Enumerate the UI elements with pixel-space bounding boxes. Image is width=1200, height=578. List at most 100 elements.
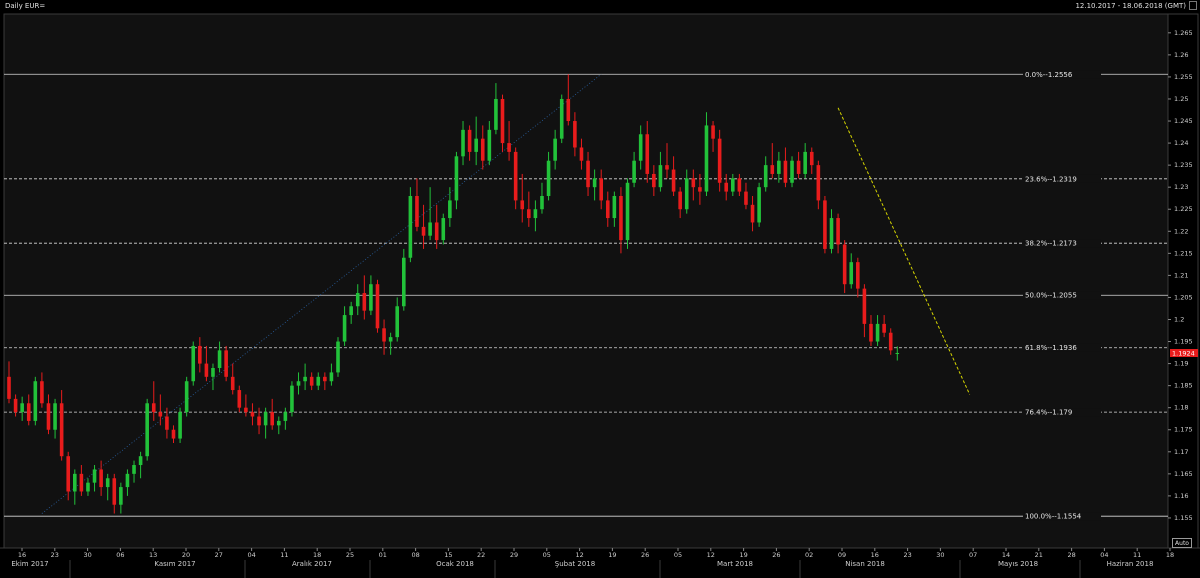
candle-body (823, 200, 827, 249)
y-tick-label: 1.17 (1174, 448, 1188, 456)
candle-body (316, 376, 321, 386)
candle-body (671, 169, 676, 192)
candle-body (237, 390, 242, 408)
candle-body (40, 381, 44, 404)
fib-label-bg (1023, 174, 1101, 183)
candle-body (53, 403, 57, 430)
x-tick-label: 12 (707, 551, 715, 559)
candle-body (500, 98, 505, 144)
candle-body (73, 473, 77, 492)
candle-body (125, 473, 130, 488)
candle-body (862, 288, 867, 324)
candle-body (632, 160, 636, 183)
candle-body (599, 178, 603, 201)
candle-body (13, 398, 18, 413)
fib-label-bg (1023, 70, 1101, 79)
candle-body (467, 129, 472, 152)
x-tick-label: 29 (510, 551, 518, 559)
candle-body (92, 469, 97, 483)
candle-body (145, 403, 149, 457)
month-label: Aralık 2017 (292, 560, 332, 568)
restore-icon[interactable] (1189, 1, 1197, 10)
candle-body (724, 182, 729, 192)
candle-body (533, 209, 538, 219)
month-label: Mayıs 2018 (998, 560, 1038, 568)
candle-body (26, 403, 31, 421)
fib-label: 61.8%--1.1936 (1025, 344, 1077, 352)
auto-scale-button[interactable]: Auto (1172, 538, 1192, 548)
y-tick-label: 1.175 (1174, 426, 1193, 434)
candle-body (678, 191, 682, 210)
candle-body (421, 226, 426, 236)
x-tick-label: 11 (1133, 551, 1141, 559)
candle-body (112, 478, 117, 505)
candle-body (757, 187, 761, 223)
candle-body (290, 385, 294, 413)
x-tick-label: 30 (83, 551, 91, 559)
price-axis-panel (1167, 13, 1199, 549)
candle-body (711, 125, 715, 139)
candle-body (119, 487, 123, 505)
candle-body (402, 257, 406, 307)
candle-body (382, 328, 386, 342)
candle-body (342, 315, 347, 342)
candle-body (355, 293, 360, 307)
x-tick-label: 28 (1067, 551, 1075, 559)
candle-body (783, 160, 788, 183)
fib-label: 0.0%--1.2556 (1025, 71, 1073, 79)
candle-body (375, 284, 380, 329)
candle-body (816, 165, 821, 201)
x-tick-label: 30 (936, 551, 944, 559)
candle-body (875, 323, 880, 342)
fib-label: 76.4%--1.179 (1025, 409, 1072, 417)
candle-body (276, 420, 281, 426)
candle-body (309, 376, 314, 386)
candle-body (86, 482, 90, 492)
y-tick-label: 1.205 (1174, 293, 1193, 301)
x-tick-label: 16 (18, 551, 26, 559)
time-axis-panel (0, 548, 1200, 578)
candle-body (645, 134, 650, 174)
legend-change: +0.0004; (+0.03%) (193, 16, 253, 23)
candle-body (546, 160, 551, 196)
candle-body (211, 368, 215, 377)
candle-body (605, 200, 610, 219)
candle-body (329, 372, 334, 382)
candle-body (66, 456, 71, 492)
candle-body (250, 412, 255, 417)
x-tick-label: 13 (149, 551, 157, 559)
candle-body (105, 478, 110, 488)
candle-body (388, 337, 393, 342)
x-tick-label: 23 (51, 551, 59, 559)
y-tick-label: 1.21 (1174, 271, 1188, 279)
candle-body (408, 196, 413, 258)
candle-body (507, 143, 511, 152)
candle-body (520, 200, 525, 210)
candle-body (198, 345, 202, 364)
fib-label: 23.6%--1.2319 (1025, 175, 1077, 183)
candle-body (559, 98, 564, 139)
x-tick-label: 27 (215, 551, 223, 559)
candle-body (586, 160, 590, 188)
candle-body (296, 381, 301, 386)
fib-label: 38.2%--1.2173 (1025, 240, 1077, 248)
x-tick-label: 06 (116, 551, 124, 559)
candle-body (796, 160, 801, 174)
candle-body (151, 403, 156, 413)
candle-body (283, 412, 288, 421)
candle-body (178, 412, 182, 439)
candle-body (224, 350, 228, 377)
candle-body (448, 200, 452, 219)
candle-body (349, 306, 353, 316)
uptrend-line (41, 73, 602, 514)
y-tick-label: 1.16 (1174, 492, 1188, 500)
chart-window: Daily EUR= 12.10.2017 - 18.06.2018 (GMT)… (0, 0, 1200, 578)
fib-label: 100.0%--1.1554 (1025, 513, 1082, 521)
candle-body (362, 293, 367, 311)
candlestick-chart[interactable]: 1.155 1.16 1.165 1.17 1.175 1.18 1.185 1.19 1.19… (0, 0, 1200, 578)
candle-body (257, 416, 261, 426)
candle-body (684, 178, 689, 210)
month-label: Ekim 2017 (11, 560, 48, 568)
x-tick-label: 04 (1100, 551, 1108, 559)
x-tick-label: 04 (247, 551, 255, 559)
